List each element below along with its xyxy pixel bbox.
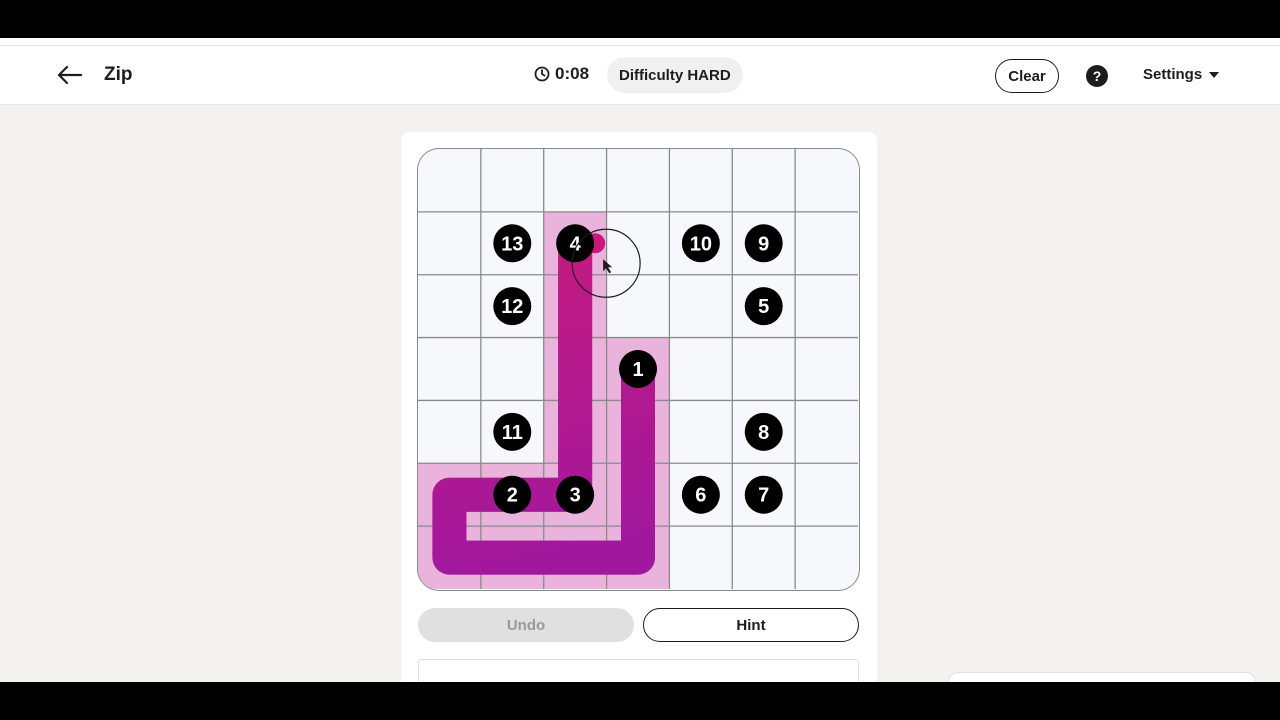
info-panel bbox=[418, 659, 859, 682]
settings-label: Settings bbox=[1143, 66, 1203, 83]
question-icon: ? bbox=[1092, 68, 1102, 84]
clear-button[interactable]: Clear bbox=[995, 59, 1059, 93]
page-title: Zip bbox=[104, 64, 133, 85]
number-label: 5 bbox=[758, 296, 769, 318]
back-button[interactable] bbox=[52, 60, 86, 90]
letterbox-bottom bbox=[0, 682, 1280, 720]
arrow-left-icon bbox=[57, 65, 82, 85]
game-board[interactable]: 13 4 10 9 12 5 1 11 8 2 3 6 7 bbox=[417, 148, 860, 591]
timer-value: 0:08 bbox=[555, 64, 590, 83]
letterbox-top bbox=[0, 0, 1280, 38]
number-label: 1 bbox=[632, 359, 643, 381]
number-label: 2 bbox=[507, 485, 518, 507]
difficulty-badge: Difficulty HARD bbox=[607, 57, 743, 93]
number-label: 4 bbox=[570, 233, 582, 255]
number-label: 3 bbox=[570, 485, 581, 507]
number-label: 9 bbox=[758, 233, 769, 255]
help-button[interactable]: ? bbox=[1086, 65, 1108, 87]
number-label: 8 bbox=[758, 422, 769, 444]
side-panel bbox=[948, 672, 1256, 682]
number-label: 13 bbox=[501, 233, 523, 255]
clock-icon bbox=[534, 66, 550, 82]
number-label: 6 bbox=[695, 485, 706, 507]
board-canvas[interactable]: 13 4 10 912 5111 82 3 6 7 bbox=[418, 149, 858, 589]
settings-menu[interactable]: Settings bbox=[1143, 66, 1220, 83]
undo-button[interactable]: Undo bbox=[418, 608, 634, 642]
timer: 0:08 bbox=[534, 64, 589, 84]
header-bar: Zip 0:08 Difficulty HARD Clear ? Setting… bbox=[0, 46, 1280, 105]
top-strip bbox=[0, 38, 1280, 46]
hint-button[interactable]: Hint bbox=[643, 608, 859, 642]
number-label: 12 bbox=[501, 296, 523, 318]
app-viewport: Zip 0:08 Difficulty HARD Clear ? Setting… bbox=[0, 38, 1280, 682]
chevron-down-icon bbox=[1209, 71, 1220, 78]
number-label: 7 bbox=[758, 485, 769, 507]
number-label: 11 bbox=[502, 422, 523, 444]
number-label: 10 bbox=[690, 233, 712, 255]
